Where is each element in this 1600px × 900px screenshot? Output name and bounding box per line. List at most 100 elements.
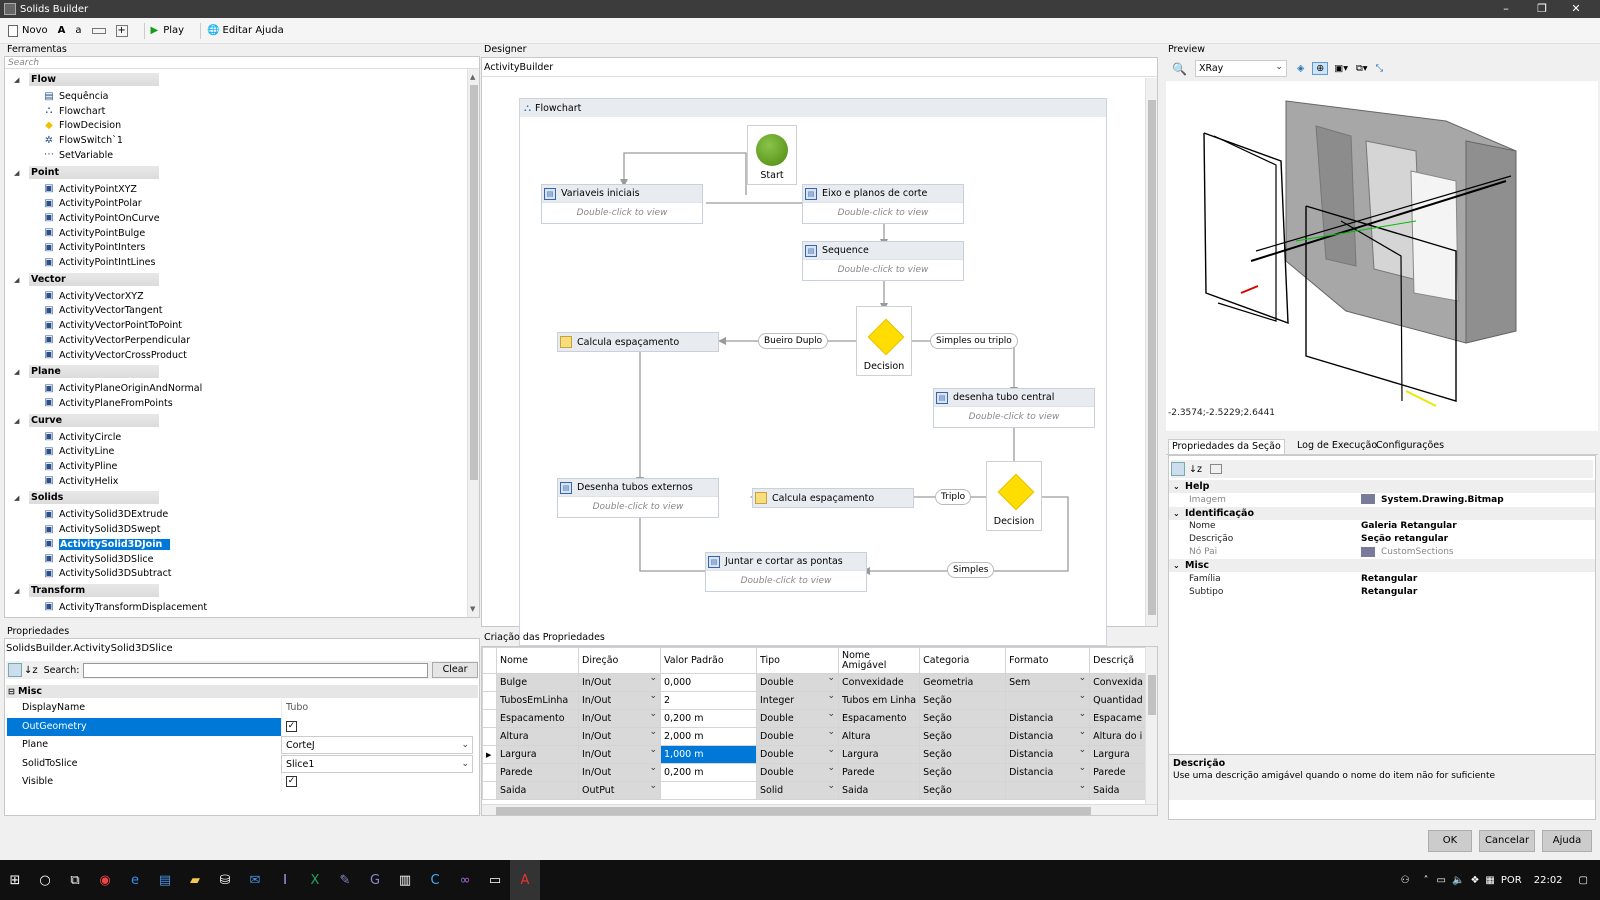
tools-scrollbar[interactable]: ▲ ▼ bbox=[467, 69, 479, 617]
app-icon-2[interactable]: Ι bbox=[270, 860, 300, 900]
grid-cell[interactable] bbox=[660, 781, 757, 800]
grid-cell[interactable]: Double bbox=[756, 745, 839, 764]
collapse-icon[interactable] bbox=[91, 27, 106, 34]
tool-item[interactable]: ▣ ActivityPointXYZ bbox=[43, 182, 137, 197]
restore-button[interactable]: ❐ bbox=[1524, 0, 1560, 18]
grid-cell[interactable]: Altura do i bbox=[1089, 727, 1151, 746]
grid-cell[interactable]: 0,200 m bbox=[660, 763, 757, 782]
clock[interactable]: 22:02 bbox=[1534, 875, 1563, 886]
language-indicator[interactable]: POR bbox=[1501, 875, 1522, 886]
grid-cell[interactable]: Seção bbox=[919, 727, 1007, 746]
tool-item[interactable]: ▣ ActivityPointOnCurve bbox=[43, 211, 159, 226]
activity-calc2[interactable]: Calcula espaçamento bbox=[752, 488, 914, 508]
grid-cell[interactable]: Tubos em Linha bbox=[837, 691, 921, 710]
people-icon[interactable]: ⚇ bbox=[1401, 875, 1410, 886]
property-value[interactable]: Slice1 bbox=[281, 754, 473, 773]
help-button[interactable]: Ajuda bbox=[1542, 830, 1592, 852]
grid-cell[interactable]: Seção bbox=[919, 709, 1007, 728]
keyboard-icon[interactable]: ▦ bbox=[1485, 875, 1494, 886]
column-header[interactable]: Valor Padrão bbox=[660, 647, 757, 674]
search-icon[interactable]: ○ bbox=[30, 860, 60, 900]
grid-cell[interactable]: Espacamento bbox=[496, 709, 579, 728]
activity-seq[interactable]: ▤ Sequence Double-click to view bbox=[802, 241, 964, 281]
column-header[interactable]: Formato bbox=[1005, 647, 1091, 674]
grid-cell[interactable]: Distancia bbox=[1005, 709, 1091, 728]
section-group[interactable]: ⌄ Misc bbox=[1169, 559, 1595, 572]
property-row[interactable]: SolidToSlice Slice1 bbox=[7, 754, 473, 773]
row-header[interactable]: ▶ bbox=[482, 745, 497, 764]
console-icon[interactable]: ▭ bbox=[480, 860, 510, 900]
mail-icon[interactable]: ✉ bbox=[240, 860, 270, 900]
task-view-icon[interactable]: ⧉ bbox=[60, 860, 90, 900]
grid-cell[interactable]: Altura bbox=[496, 727, 579, 746]
tool-category[interactable]: Point bbox=[29, 165, 159, 179]
tool-item[interactable]: ✲ FlowSwitch`1 bbox=[43, 133, 123, 148]
group-toggle-icon[interactable]: ⌄ bbox=[1173, 507, 1180, 520]
row-header[interactable] bbox=[482, 709, 497, 728]
creation-vscrollbar[interactable] bbox=[1145, 647, 1157, 804]
grid-cell[interactable]: Sem bbox=[1005, 673, 1091, 692]
tool-item[interactable]: ▣ ActivityTransformDisplacement bbox=[43, 600, 207, 615]
section-group[interactable]: ⌄ Identificação bbox=[1169, 506, 1595, 520]
network-icon[interactable]: ▭ bbox=[1437, 875, 1446, 886]
grid-cell[interactable]: In/Out bbox=[578, 745, 661, 764]
tree-expander-icon[interactable]: ◢ bbox=[14, 494, 19, 502]
file-explorer-icon[interactable]: ▰ bbox=[180, 860, 210, 900]
tool-item[interactable]: ⋯ SetVariable bbox=[43, 148, 113, 163]
grid-cell[interactable]: Largura bbox=[837, 745, 921, 764]
branch-label[interactable]: Bueiro Duplo bbox=[758, 333, 829, 349]
section-property-row[interactable]: Imagem System.Drawing.Bitmap bbox=[1169, 494, 1595, 507]
tool-item[interactable]: ▣ ActivityLine bbox=[43, 444, 114, 459]
categorized-icon[interactable] bbox=[1171, 462, 1185, 476]
grid-cell[interactable]: In/Out bbox=[578, 691, 661, 710]
property-value[interactable]: ✓ bbox=[281, 717, 473, 736]
column-header[interactable]: Tipo bbox=[756, 647, 839, 674]
view-cube-icon[interactable]: ⧉▾ bbox=[1356, 63, 1368, 74]
checkbox[interactable]: ✓ bbox=[286, 720, 297, 732]
grid-cell[interactable]: In/Out bbox=[578, 727, 661, 746]
tool-item[interactable]: ▣ ActivityVectorCrossProduct bbox=[43, 348, 187, 363]
grid-cell[interactable]: Geometria bbox=[919, 673, 1007, 692]
cancel-button[interactable]: Cancelar bbox=[1479, 830, 1535, 852]
edit-help-button[interactable]: 🌐 Editar Ajuda bbox=[207, 25, 284, 36]
row-header[interactable] bbox=[482, 727, 497, 746]
designer-breadcrumb[interactable]: ActivityBuilder bbox=[484, 62, 553, 73]
tree-expander-icon[interactable]: ◢ bbox=[14, 368, 19, 376]
tool-item[interactable]: ▣ ActivityPointBulge bbox=[43, 226, 145, 241]
section-property-row[interactable]: Família Retangular bbox=[1169, 573, 1595, 586]
grid-cell[interactable]: Distancia bbox=[1005, 763, 1091, 782]
grid-cell[interactable]: Distancia bbox=[1005, 745, 1091, 764]
grid-cell[interactable]: Convexidade bbox=[837, 673, 921, 692]
row-header[interactable] bbox=[482, 691, 497, 710]
activity-eixo[interactable]: ▤ Eixo e planos de corte Double-click to v… bbox=[802, 184, 964, 224]
tool-item[interactable]: ▣ ActivityVectorXYZ bbox=[43, 289, 143, 304]
group-toggle-icon[interactable]: ⌄ bbox=[1173, 559, 1180, 572]
grid-cell[interactable]: Double bbox=[756, 727, 839, 746]
tab-2[interactable]: Configurações bbox=[1373, 439, 1447, 454]
view-mode-select[interactable]: XRay bbox=[1194, 60, 1287, 77]
clear-button[interactable]: Clear bbox=[432, 662, 478, 678]
grid-cell[interactable]: Saida bbox=[496, 781, 579, 800]
column-header[interactable]: Nome bbox=[496, 647, 579, 674]
grid-cell[interactable]: Seção bbox=[919, 745, 1007, 764]
tab-1[interactable]: Log de Execução bbox=[1294, 439, 1380, 454]
grid-cell[interactable]: Seção bbox=[919, 781, 1007, 800]
tool-item[interactable]: ▣ ActivityPointPolar bbox=[43, 196, 141, 211]
camera-icon[interactable]: ▣▾ bbox=[1334, 63, 1348, 74]
property-row[interactable]: OutGeometry ✓ bbox=[7, 717, 473, 736]
tools-scroll-thumb[interactable] bbox=[470, 85, 478, 480]
activity-juntar[interactable]: ▤ Juntar e cortar as pontas Double-click t… bbox=[705, 552, 867, 592]
tree-expander-icon[interactable]: ◢ bbox=[14, 76, 19, 84]
tool-category[interactable]: Plane bbox=[29, 365, 159, 379]
column-header[interactable]: Descriçã bbox=[1089, 647, 1151, 674]
start-node[interactable]: Start bbox=[747, 125, 797, 185]
chrome-icon[interactable]: ◉ bbox=[90, 860, 120, 900]
tree-expander-icon[interactable]: ◢ bbox=[14, 169, 19, 177]
tool-item[interactable]: ▣ ActivityPointIntLines bbox=[43, 255, 155, 270]
property-value[interactable]: ✓ bbox=[281, 773, 473, 791]
tools-search-input[interactable]: Search bbox=[5, 57, 479, 69]
grid-cell[interactable]: Distancia bbox=[1005, 727, 1091, 746]
grid-cell[interactable]: TubosEmLinha bbox=[496, 691, 579, 710]
grid-cell[interactable]: In/Out bbox=[578, 673, 661, 692]
row-header[interactable] bbox=[482, 781, 497, 800]
